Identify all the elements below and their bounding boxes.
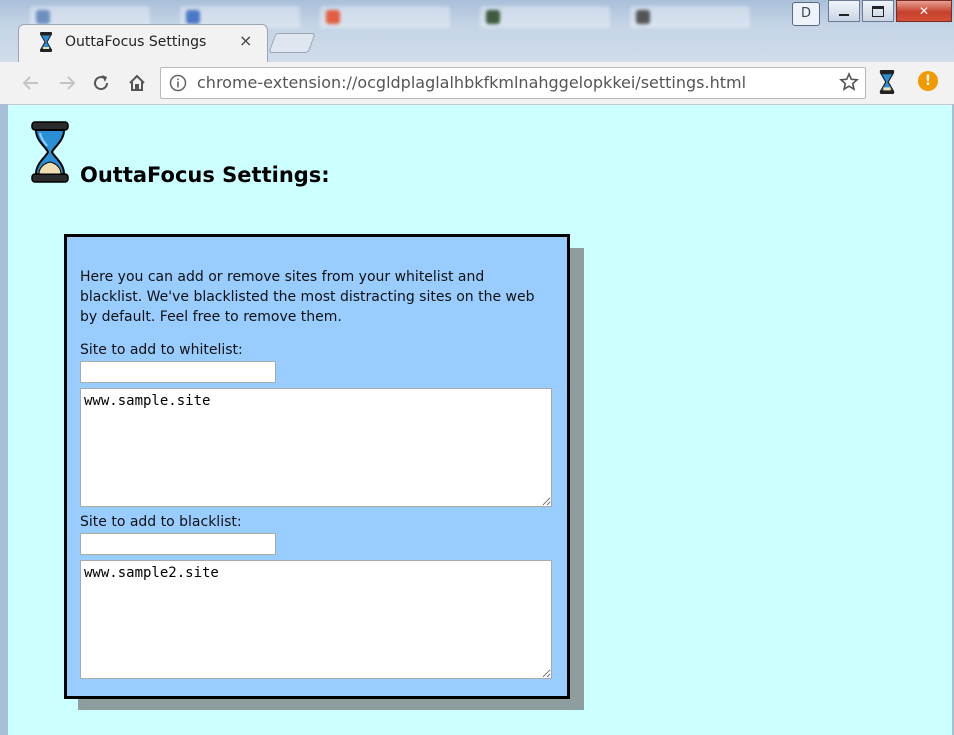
tab-outtafocus-settings[interactable]: OuttaFocus Settings × (18, 24, 268, 63)
page-content: OuttaFocus Settings: Here you can add or… (8, 105, 952, 735)
alert-icon[interactable]: ! (918, 71, 938, 91)
minimize-button[interactable] (828, 0, 860, 22)
whitelist-site-input[interactable] (80, 361, 276, 383)
minimize-icon (839, 14, 849, 16)
url-text[interactable]: chrome-extension://ocgldplaglalhbkfkmlna… (197, 73, 746, 92)
background-tab[interactable] (630, 6, 750, 28)
forward-arrow-icon (60, 76, 76, 90)
tab-title: OuttaFocus Settings (65, 34, 207, 50)
blacklist-label: Site to add to blacklist: (80, 514, 242, 530)
hourglass-icon (39, 32, 53, 56)
window-controls: D ✕ (792, 0, 952, 26)
close-icon: ✕ (918, 4, 930, 18)
bookmark-star-icon[interactable] (839, 71, 859, 96)
back-arrow-icon (22, 76, 38, 90)
back-button[interactable] (18, 70, 44, 96)
address-bar[interactable]: chrome-extension://ocgldplaglalhbkfkmlna… (160, 67, 866, 99)
info-icon[interactable] (169, 74, 187, 96)
window-titlebar: D ✕ OuttaFocus Settings × (0, 0, 954, 63)
maximize-icon (872, 5, 884, 17)
profile-badge[interactable]: D (792, 2, 820, 26)
background-tab[interactable] (480, 6, 610, 28)
hourglass-logo-icon (30, 121, 70, 187)
whitelist-label: Site to add to whitelist: (80, 342, 243, 358)
page-title: OuttaFocus Settings: (80, 163, 330, 187)
settings-panel: Here you can add or remove sites from yo… (64, 234, 570, 699)
window-frame-left (0, 104, 8, 735)
tab-close-icon[interactable]: × (239, 31, 252, 50)
new-tab-button[interactable] (268, 33, 316, 53)
browser-toolbar: chrome-extension://ocgldplaglalhbkfkmlna… (0, 62, 954, 105)
blacklist-textarea[interactable]: www.sample2.site (80, 560, 552, 679)
home-icon (129, 74, 145, 91)
close-window-button[interactable]: ✕ (896, 0, 952, 22)
maximize-button[interactable] (862, 0, 894, 22)
whitelist-textarea[interactable]: www.sample.site (80, 388, 552, 507)
extension-hourglass-icon[interactable] (878, 70, 896, 98)
blacklist-site-input[interactable] (80, 533, 276, 555)
background-tab[interactable] (320, 6, 450, 28)
home-button[interactable] (124, 70, 150, 96)
reload-icon (94, 75, 109, 91)
reload-button[interactable] (88, 70, 114, 96)
intro-text: Here you can add or remove sites from yo… (80, 269, 535, 325)
forward-button[interactable] (54, 70, 80, 96)
